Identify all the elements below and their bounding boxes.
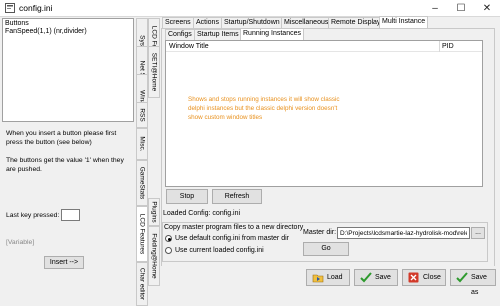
buttons-list[interactable]: Buttons FanSpeed(1,1) (nr,divider) (2, 18, 134, 122)
buttons-value-info: The buttons get the value '1' when they … (6, 157, 124, 173)
save-button[interactable]: Save (354, 269, 398, 286)
default-config-label: Use default config.ini from master dir (175, 235, 289, 242)
tab-screens[interactable]: Screens (162, 17, 194, 28)
last-key-input[interactable] (61, 209, 80, 221)
last-key-label: Last key pressed: (6, 212, 60, 219)
tab-rss[interactable]: RSS (136, 102, 148, 128)
browse-button[interactable]: ... (471, 227, 485, 239)
list-item[interactable]: FanSpeed(1,1) (nr,divider) (5, 28, 131, 36)
tab-multi-instance[interactable]: Multi Instance (379, 16, 429, 28)
tab-misc[interactable]: Misc. (136, 128, 148, 160)
tab-configs[interactable]: Configs (165, 29, 195, 40)
vertical-tabs: SysInfo LCD Features Net Stats SETI@Home… (136, 18, 161, 306)
close-window-button[interactable]: ✕ (474, 0, 500, 17)
stop-button[interactable]: Stop (166, 189, 208, 204)
tab-startup-items[interactable]: Startup Items (194, 29, 242, 40)
tab-remote-display[interactable]: Remote Display (328, 17, 384, 28)
checkmark-icon (360, 272, 372, 283)
insert-info-text: When you insert a button please first pr… (6, 130, 117, 146)
tab-plugins[interactable]: Plugins (148, 198, 160, 226)
load-button[interactable]: Load (306, 269, 350, 286)
tab-folding-at-home[interactable]: Folding@Home (148, 226, 160, 286)
save-as-button[interactable]: Save as (450, 269, 496, 296)
default-config-radio[interactable] (165, 235, 172, 242)
refresh-button[interactable]: Refresh (212, 189, 262, 204)
listview-header: Window Title PID (166, 41, 482, 52)
tab-miscellaneous[interactable]: Miscellaneous (281, 17, 332, 28)
app-icon (5, 3, 15, 13)
column-pid[interactable]: PID (442, 43, 454, 50)
close-label: Close (423, 274, 441, 281)
master-dir-label: Master dir: (303, 229, 337, 236)
go-button[interactable]: Go (303, 242, 349, 256)
column-window-title[interactable]: Window Title (169, 43, 209, 50)
list-item[interactable]: Buttons (5, 20, 131, 28)
load-icon (312, 274, 324, 283)
copy-group-label: Copy master program files to a new direc… (164, 224, 304, 231)
load-label: Load (327, 274, 343, 281)
tab-seti[interactable]: SETI@Home (148, 46, 160, 98)
tab-char-editor[interactable]: Char editor (136, 262, 148, 306)
tab-running-instances[interactable]: Running Instances (240, 28, 304, 40)
master-dir-input[interactable] (337, 227, 470, 239)
instances-listview[interactable]: Window Title PID Shows and stops running… (165, 40, 483, 187)
current-config-radio[interactable] (165, 247, 172, 254)
variable-label: [Variable] (6, 239, 35, 246)
title-bar: config.ini – ☐ ✕ (0, 0, 500, 17)
column-separator (439, 41, 440, 52)
minimize-button[interactable]: – (422, 0, 448, 17)
close-button[interactable]: Close (402, 269, 446, 286)
checkmark-icon (456, 272, 468, 283)
close-icon (408, 272, 419, 283)
save-label: Save (375, 274, 391, 281)
insert-button[interactable]: Insert --> (44, 256, 84, 269)
maximize-button[interactable]: ☐ (448, 0, 474, 17)
tab-lcd-features-active[interactable]: LCD Features (136, 206, 148, 262)
tab-actions[interactable]: Actions (193, 17, 222, 28)
instances-note: Shows and stops running instances it wil… (188, 96, 340, 121)
window-title: config.ini (19, 3, 53, 13)
tab-gamestats[interactable]: GameStats (136, 160, 148, 206)
tab-startup-shutdown[interactable]: Startup/Shutdown (221, 17, 283, 28)
loaded-config-label: Loaded Config: config.ini (163, 210, 241, 217)
current-config-label: Use current loaded config.ini (175, 247, 264, 254)
save-as-label: Save as (471, 274, 487, 296)
